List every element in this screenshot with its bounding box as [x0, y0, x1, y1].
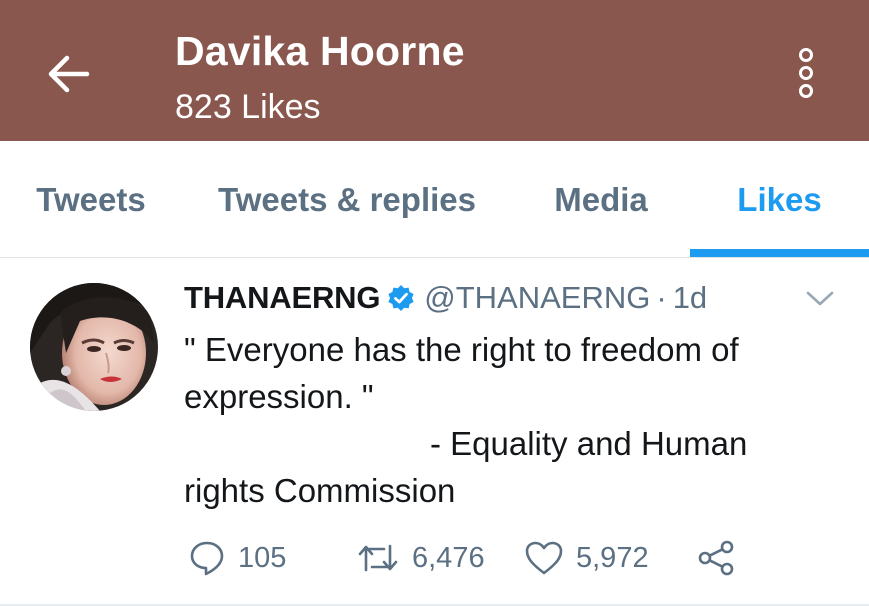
more-options-button[interactable] — [786, 40, 826, 106]
tab-tweets-and-replies[interactable]: Tweets & replies — [182, 141, 512, 258]
tab-tweets[interactable]: Tweets — [0, 141, 182, 258]
like-button[interactable]: 5,972 — [524, 536, 649, 580]
tweet-text: " Everyone has the right to freedom of e… — [184, 326, 824, 514]
author-handle[interactable]: @THANAERNG — [424, 280, 650, 316]
like-count: 5,972 — [576, 541, 649, 574]
tweet-card[interactable]: THANAERNG @THANAERNG · 1d " Everyone has… — [0, 258, 869, 606]
top-app-bar: Davika Hoorne 823 Likes — [0, 0, 869, 141]
avatar-photo — [30, 283, 158, 411]
share-button[interactable] — [696, 536, 736, 580]
profile-tabs: Tweets Tweets & replies Media Likes — [0, 141, 869, 258]
tweet-header: THANAERNG @THANAERNG · 1d — [184, 278, 707, 318]
reply-count: 105 — [238, 541, 287, 574]
likes-count: 823 Likes — [175, 88, 321, 126]
tweet-text-line: - Equality and Human — [430, 425, 748, 462]
share-icon — [698, 540, 734, 576]
retweet-icon — [358, 544, 398, 572]
tweet-menu-button[interactable] — [800, 284, 840, 314]
arrow-left-icon — [48, 55, 90, 93]
reply-icon — [190, 541, 224, 576]
back-button[interactable] — [38, 46, 98, 102]
tweet-text-line: " Everyone has the right to freedom of — [184, 331, 739, 368]
more-vertical-icon — [799, 48, 813, 62]
more-vertical-icon-dot — [799, 84, 813, 98]
tab-media[interactable]: Media — [512, 141, 690, 258]
tweet-text-line: expression. " — [184, 378, 374, 415]
heart-icon — [525, 541, 563, 575]
active-tab-indicator — [690, 249, 869, 257]
author-name[interactable]: THANAERNG — [184, 280, 380, 316]
retweet-count: 6,476 — [412, 541, 485, 574]
tweet-timestamp[interactable]: 1d — [673, 280, 707, 316]
reply-button[interactable]: 105 — [188, 536, 286, 580]
profile-name: Davika Hoorne — [175, 28, 465, 74]
more-vertical-icon-dot — [799, 66, 813, 80]
verified-badge-icon — [387, 284, 415, 312]
tweet-actions: 105 6,476 5,972 — [184, 536, 784, 580]
tweet-text-line: rights Commission — [184, 472, 456, 509]
tab-likes[interactable]: Likes — [690, 141, 869, 258]
chevron-down-icon — [806, 291, 834, 306]
retweet-button[interactable]: 6,476 — [356, 536, 485, 580]
meta-separator: · — [656, 280, 667, 315]
avatar[interactable] — [30, 283, 158, 411]
